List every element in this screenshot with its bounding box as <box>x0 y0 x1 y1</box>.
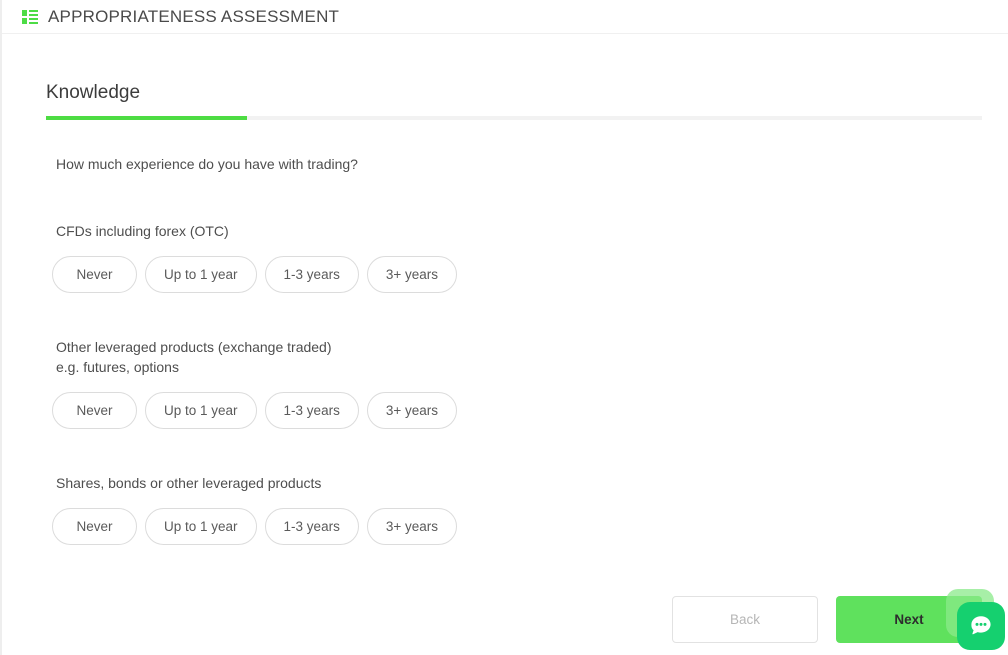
list-icon <box>22 9 38 24</box>
option-3-plus-years[interactable]: 3+ years <box>366 256 457 293</box>
page-title: APPROPRIATENESS ASSESSMENT <box>48 6 340 26</box>
question-block-shares-bonds: Shares, bonds or other leveraged product… <box>52 473 461 545</box>
question-label: Shares, bonds or other leveraged product… <box>56 473 461 493</box>
question-label-text: Other leveraged products (exchange trade… <box>56 339 332 355</box>
app-header: APPROPRIATENESS ASSESSMENT <box>2 0 1008 34</box>
question-label: Other leveraged products (exchange trade… <box>56 337 461 377</box>
footer-actions: Back Next <box>2 596 1008 655</box>
option-never[interactable]: Never <box>52 392 137 429</box>
option-never[interactable]: Never <box>52 256 137 293</box>
question-block-cfds: CFDs including forex (OTC) Never Up to 1… <box>52 221 461 293</box>
question-sublabel-text: e.g. futures, options <box>56 359 179 375</box>
option-up-to-1-year[interactable]: Up to 1 year <box>145 256 257 293</box>
tab-active-indicator <box>46 116 247 120</box>
option-3-plus-years[interactable]: 3+ years <box>366 392 457 429</box>
chat-widget-button[interactable] <box>957 602 1005 650</box>
option-up-to-1-year[interactable]: Up to 1 year <box>145 392 257 429</box>
question-label-text: CFDs including forex (OTC) <box>56 223 229 239</box>
tab-underline-track <box>46 116 982 120</box>
option-never[interactable]: Never <box>52 508 137 545</box>
option-group-other-leveraged: Never Up to 1 year 1-3 years 3+ years <box>48 392 461 429</box>
chat-bubble-icon <box>968 613 994 639</box>
option-group-shares-bonds: Never Up to 1 year 1-3 years 3+ years <box>48 508 461 545</box>
option-up-to-1-year[interactable]: Up to 1 year <box>145 508 257 545</box>
question-label-text: Shares, bonds or other leveraged product… <box>56 475 322 491</box>
page-root: APPROPRIATENESS ASSESSMENT Knowledge How… <box>0 0 1008 655</box>
question-label: CFDs including forex (OTC) <box>56 221 461 241</box>
option-1-3-years[interactable]: 1-3 years <box>264 256 359 293</box>
question-block-other-leveraged: Other leveraged products (exchange trade… <box>52 337 461 429</box>
back-button[interactable]: Back <box>672 596 818 643</box>
intro-question: How much experience do you have with tra… <box>56 156 358 172</box>
tab-bar: Knowledge <box>46 82 982 120</box>
option-group-cfds: Never Up to 1 year 1-3 years 3+ years <box>48 256 461 293</box>
option-3-plus-years[interactable]: 3+ years <box>366 508 457 545</box>
tab-knowledge[interactable]: Knowledge <box>46 82 247 116</box>
option-1-3-years[interactable]: 1-3 years <box>264 392 359 429</box>
option-1-3-years[interactable]: 1-3 years <box>264 508 359 545</box>
